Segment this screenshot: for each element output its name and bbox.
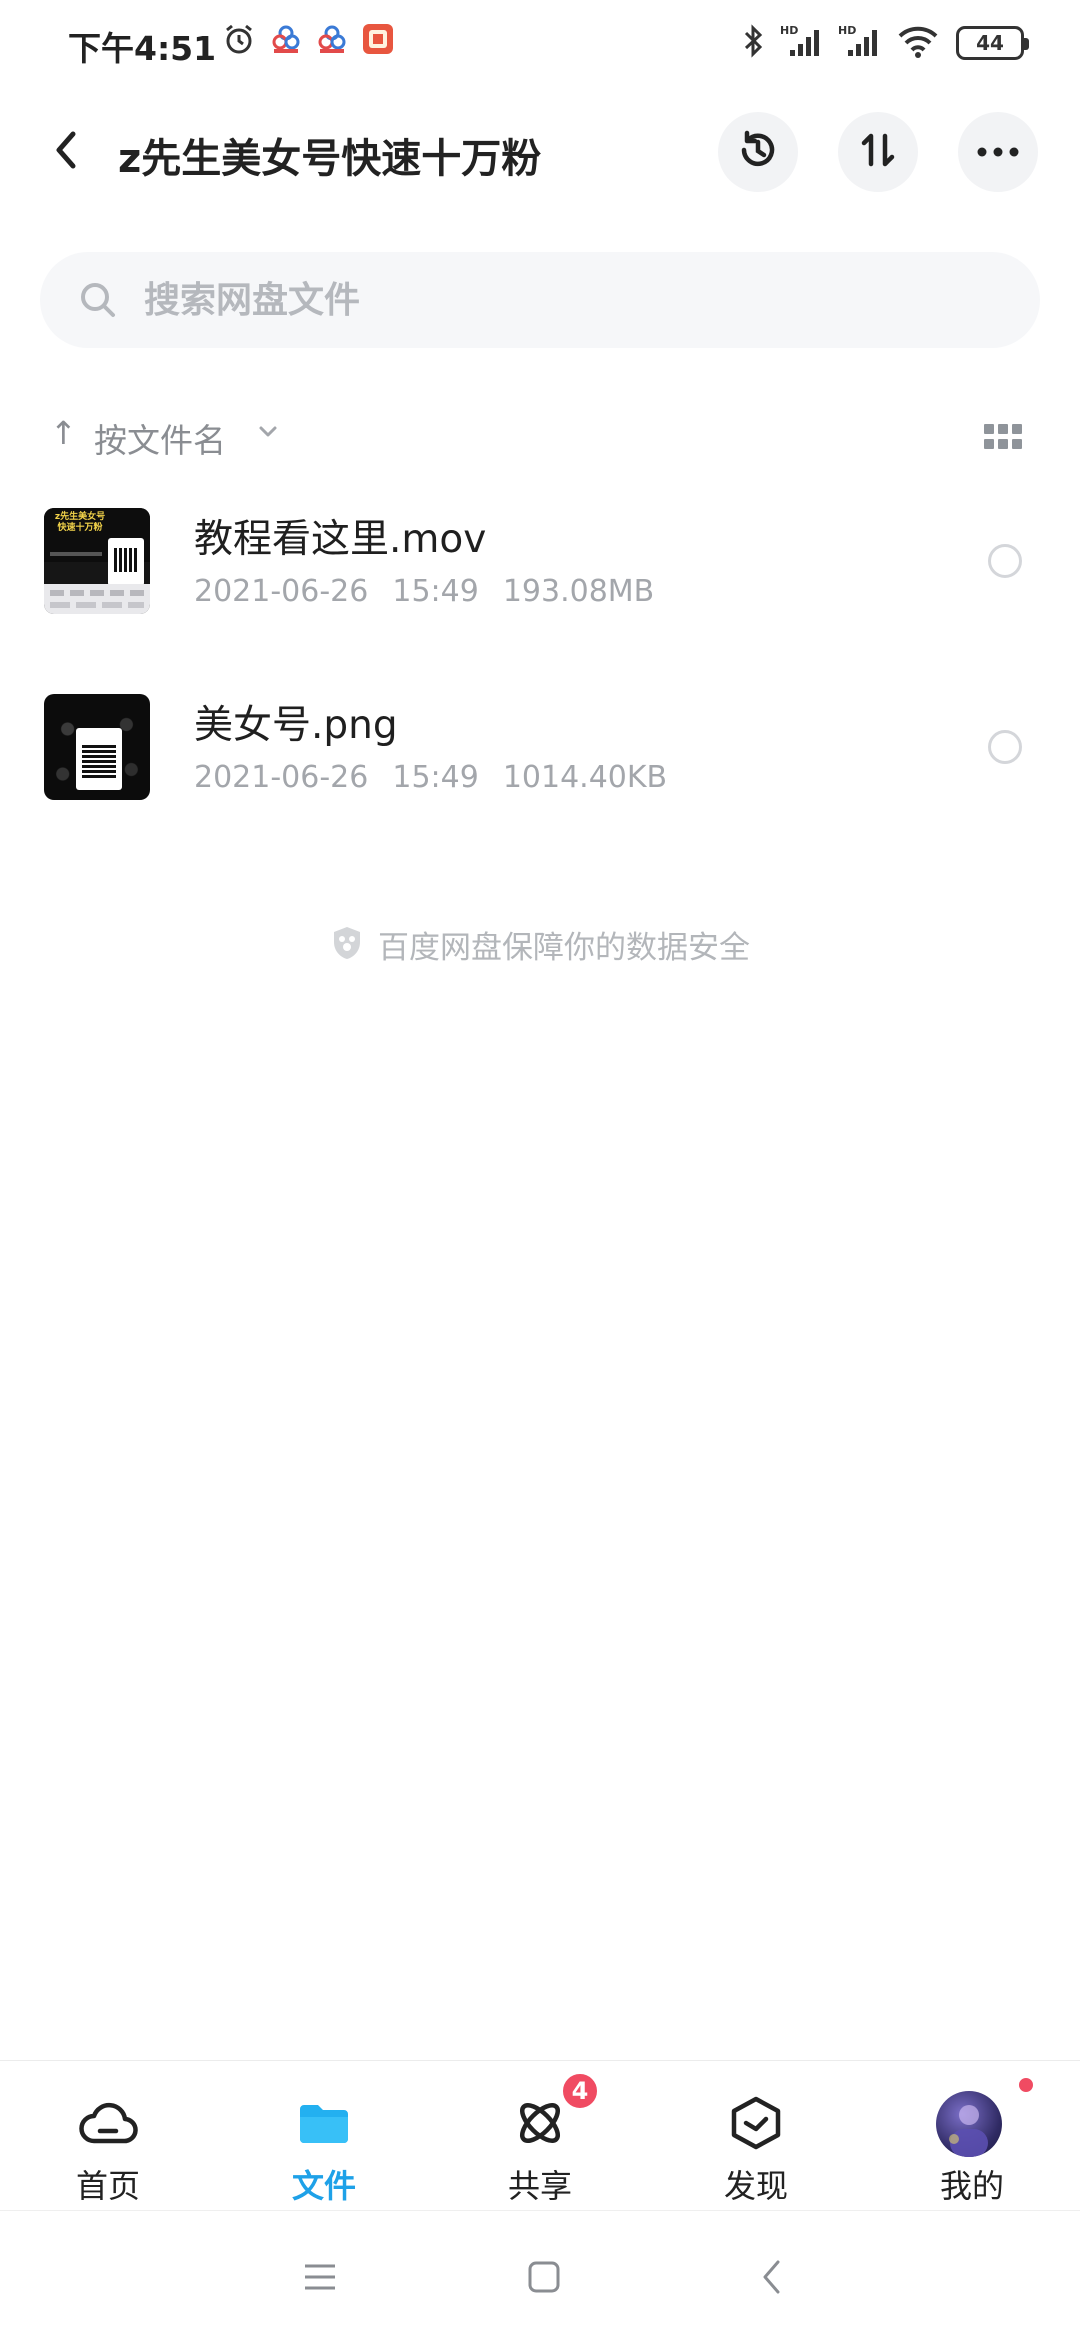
menu-icon[interactable] (298, 2255, 342, 2299)
file-thumbnail (44, 694, 150, 800)
folder-icon (292, 2091, 356, 2155)
search-input[interactable] (144, 252, 1004, 348)
signal-hd-icon: HD (838, 24, 880, 62)
home-square-icon[interactable] (522, 2255, 566, 2299)
nav-home[interactable]: 首页 (0, 2061, 216, 2211)
page: 下午4:51 HD HD 44 z先生美女号快速十万粉 搜索网盘文件 ↑ 按文件… (0, 0, 1080, 2340)
file-time: 15:49 (392, 760, 479, 795)
bluetooth-icon (742, 24, 764, 62)
security-text: 百度网盘保障你的数据安全 (378, 930, 750, 966)
more-button[interactable] (958, 112, 1038, 192)
notification-dot (1016, 2075, 1036, 2095)
system-nav-bar (0, 2210, 1080, 2340)
nav-share[interactable]: 4 共享 (432, 2061, 648, 2211)
nav-label: 共享 (507, 2167, 572, 2205)
file-date: 2021-06-26 (194, 760, 369, 795)
nav-discover[interactable]: 发现 (648, 2061, 864, 2211)
transfer-button[interactable] (838, 112, 918, 192)
file-name: 教程看这里.mov (194, 517, 487, 562)
file-size: 1014.40KB (502, 760, 668, 795)
sort-label[interactable]: 按文件名 (94, 414, 226, 462)
avatar (936, 2091, 1002, 2157)
page-title: z先生美女号快速十万粉 (118, 136, 542, 182)
file-date: 2021-06-26 (194, 574, 369, 609)
nav-label: 文件 (291, 2167, 356, 2205)
search-bar[interactable] (40, 252, 1040, 348)
battery-icon: 44 (956, 26, 1029, 60)
nav-label: 发现 (723, 2167, 788, 2205)
status-right-icons: HD HD 44 (742, 24, 1029, 62)
app-notification-icon (362, 23, 394, 59)
back-triangle-icon[interactable] (750, 2255, 794, 2299)
chevron-down-icon[interactable] (258, 424, 278, 443)
sort-row: ↑ 按文件名 (0, 400, 1080, 470)
history-button[interactable] (718, 112, 798, 192)
chevron-left-icon (53, 130, 79, 174)
notification-badge: 4 (560, 2071, 600, 2111)
status-bar: 下午4:51 HD HD 44 (0, 0, 1080, 90)
status-left-icons (222, 22, 394, 60)
cloud-icon (76, 2091, 140, 2155)
file-meta: 2021-06-26 15:49 193.08MB (194, 574, 654, 609)
app-notification-icon (316, 23, 348, 59)
shield-icon (330, 925, 364, 965)
transfer-icon (856, 128, 900, 176)
file-name: 美女号.png (194, 703, 398, 748)
thumbnail-caption: z先生美女号 快速十万粉 (54, 512, 106, 533)
more-icon (976, 143, 1020, 162)
nav-files[interactable]: 文件 (216, 2061, 432, 2211)
header: z先生美女号快速十万粉 (0, 100, 1080, 204)
file-size: 193.08MB (502, 574, 655, 609)
nav-profile[interactable]: 我的 (864, 2061, 1080, 2211)
signal-hd-icon: HD (780, 24, 822, 62)
grid-view-icon[interactable] (984, 424, 1022, 450)
alarm-icon (222, 22, 256, 60)
bottom-nav: 首页 文件 4 共享 发现 我的 (0, 2060, 1080, 2210)
signal-hd-tag: HD (838, 24, 856, 37)
status-time: 下午4:51 (68, 29, 217, 68)
history-icon (735, 127, 781, 177)
battery-level: 44 (976, 31, 1004, 55)
list-item[interactable]: 美女号.png 2021-06-26 15:49 1014.40KB (0, 664, 1080, 814)
file-time: 15:49 (392, 574, 479, 609)
select-checkbox[interactable] (988, 730, 1022, 764)
file-meta: 2021-06-26 15:49 1014.40KB (194, 760, 667, 795)
sort-direction-icon[interactable]: ↑ (50, 414, 77, 452)
select-checkbox[interactable] (988, 544, 1022, 578)
back-button[interactable] (38, 120, 94, 184)
nav-label: 首页 (75, 2167, 140, 2205)
search-icon (78, 280, 118, 324)
file-thumbnail: z先生美女号 快速十万粉 (44, 508, 150, 614)
wifi-icon (896, 24, 940, 62)
signal-hd-tag: HD (780, 24, 798, 37)
security-note: 百度网盘保障你的数据安全 (0, 922, 1080, 967)
nav-label: 我的 (939, 2167, 1004, 2205)
discover-icon (724, 2091, 788, 2155)
app-notification-icon (270, 23, 302, 59)
list-item[interactable]: z先生美女号 快速十万粉 教程看这里.mov 2021-06-26 15:49 … (0, 478, 1080, 628)
